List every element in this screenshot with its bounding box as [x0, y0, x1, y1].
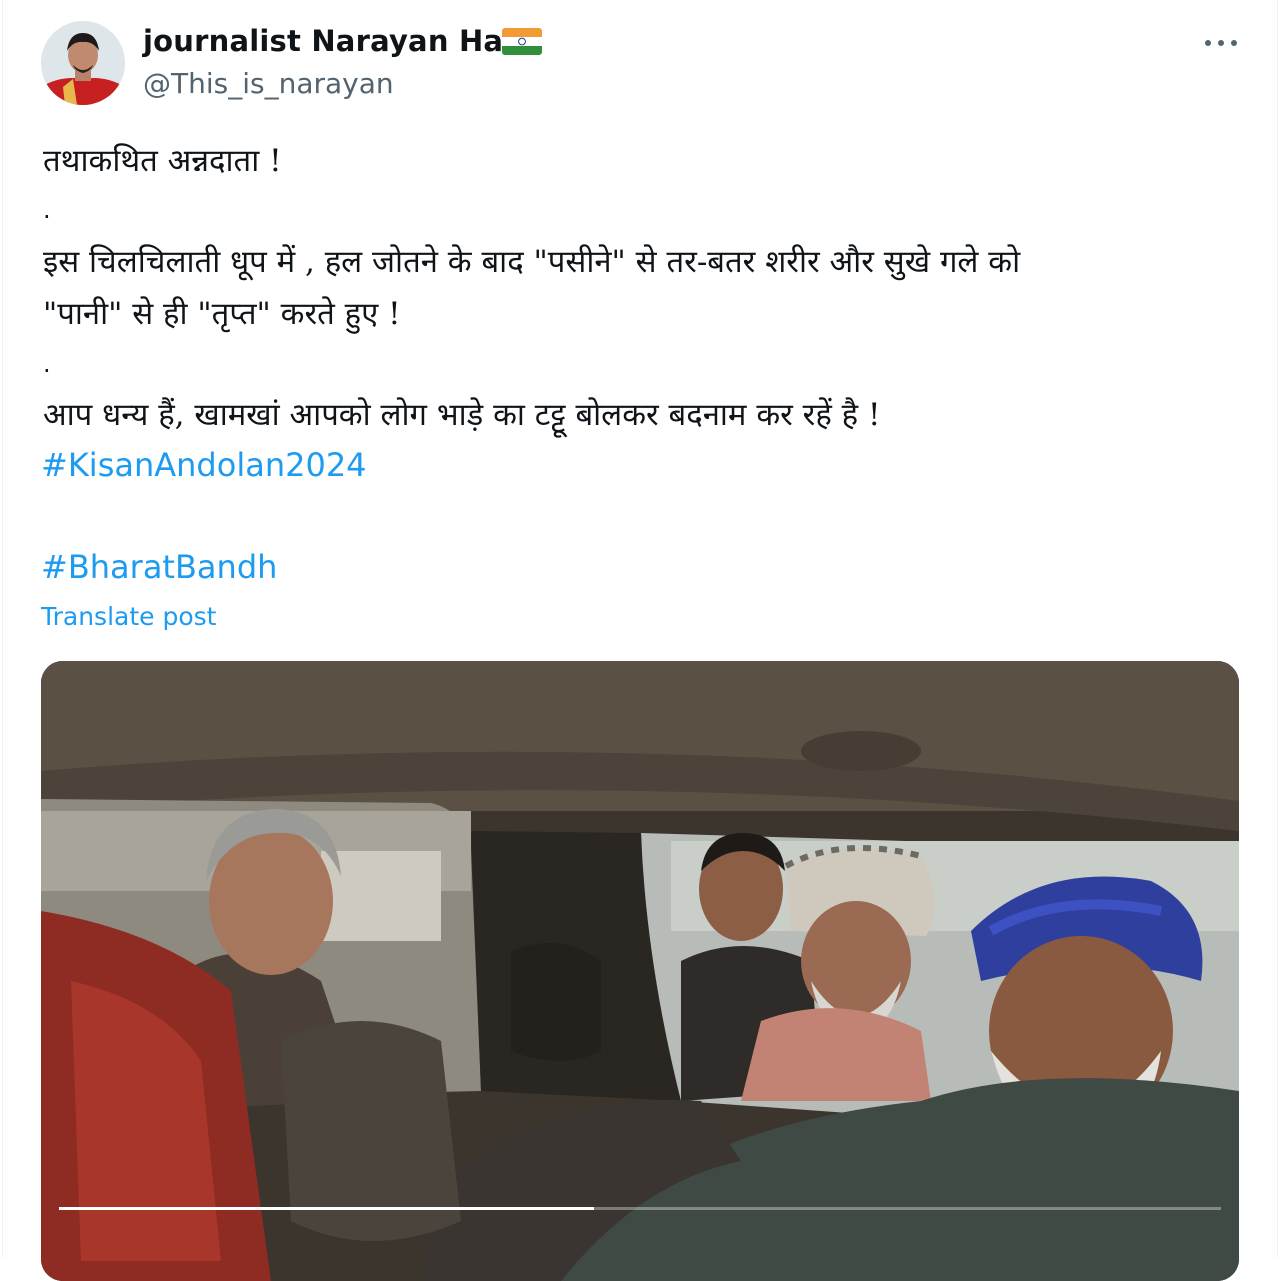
- post-text-line: आप धन्य हैं, खामखां आपको लोग भाड़े का टट…: [43, 397, 881, 433]
- video-progress-fill: [59, 1207, 594, 1210]
- tweet-card: journalist Narayan Hari @This_is_narayan…: [2, 0, 1278, 1281]
- hashtag-link[interactable]: #BharatBandh: [41, 548, 277, 586]
- user-handle[interactable]: @This_is_narayan: [143, 67, 394, 100]
- video-frame: [41, 661, 1239, 1281]
- post-text-line: .: [43, 350, 51, 378]
- india-flag-icon: [502, 28, 542, 55]
- more-options-icon[interactable]: [1199, 28, 1243, 58]
- post-text-line: "पानी" से ही "तृप्त" करते हुए !: [43, 296, 401, 332]
- hashtag-link[interactable]: #KisanAndolan2024: [41, 446, 367, 484]
- post-text-line: इस चिलचिलाती धूप में , हल जोतने के बाद "…: [43, 244, 1021, 280]
- post-text-line: तथाकथित अन्नदाता !: [43, 143, 282, 179]
- display-name[interactable]: journalist Narayan Hari: [143, 24, 528, 58]
- video-player[interactable]: [41, 661, 1239, 1281]
- post-text-line: .: [43, 196, 51, 224]
- translate-post-link[interactable]: Translate post: [41, 602, 216, 631]
- avatar[interactable]: [41, 21, 125, 105]
- video-progress-bar[interactable]: [59, 1207, 1221, 1210]
